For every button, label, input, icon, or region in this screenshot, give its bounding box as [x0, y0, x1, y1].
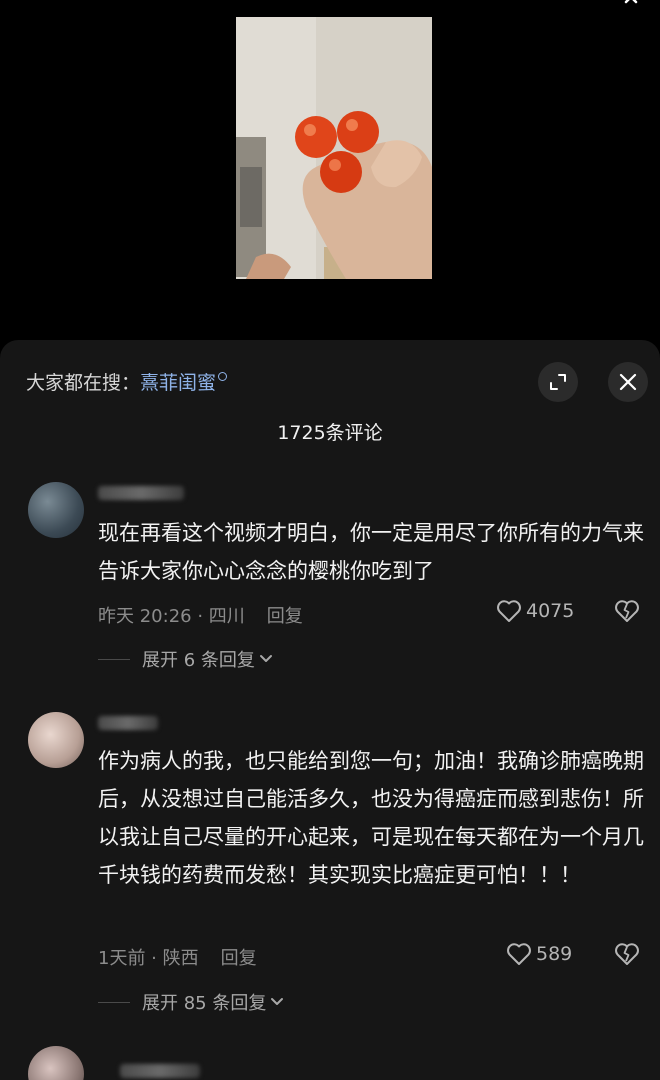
avatar[interactable]	[28, 1046, 84, 1080]
username-blurred[interactable]	[120, 1064, 200, 1078]
like-count: 589	[536, 943, 573, 965]
avatar[interactable]	[28, 712, 84, 768]
video-thumbnail[interactable]	[236, 17, 432, 279]
video-area[interactable]	[0, 0, 660, 340]
expand-button[interactable]	[538, 362, 578, 402]
username-blurred[interactable]	[98, 716, 158, 730]
chevron-down-icon	[271, 998, 284, 1005]
comment-text: 现在再看这个视频才明白，你一定是用尽了你所有的力气来告诉大家你心心念念的樱桃你吃…	[98, 521, 644, 583]
expand-replies-button[interactable]: 展开 85 条回复	[98, 989, 285, 1015]
avatar[interactable]	[28, 482, 84, 538]
close-icon	[619, 373, 637, 391]
chevron-down-icon	[259, 655, 272, 662]
expand-replies-button[interactable]: 展开 6 条回复	[98, 646, 274, 672]
like-count: 4075	[526, 600, 575, 622]
comment-meta: 1天前 · 陕西 回复	[98, 944, 257, 970]
like-button[interactable]: 4075	[496, 599, 574, 623]
search-suggestion[interactable]: 大家都在搜：熹菲闺蜜	[26, 368, 228, 395]
comment-time-location: 1天前 · 陕西	[98, 948, 199, 969]
comment-count: 1725条评论	[277, 422, 383, 444]
video-frame-image	[236, 17, 432, 279]
close-button[interactable]	[608, 362, 648, 402]
top-close-icon[interactable]	[622, 0, 652, 12]
comment-meta: 昨天 20:26 · 四川 回复	[98, 602, 303, 628]
reply-button[interactable]: 回复	[221, 948, 257, 969]
divider	[98, 1001, 130, 1003]
search-suggestion-keyword[interactable]: 熹菲闺蜜	[140, 372, 216, 394]
comment-sheet: 大家都在搜：熹菲闺蜜 1725条评论 现在再看这个视频才明白，你一定是用尽了你所…	[0, 340, 660, 1080]
divider	[98, 658, 130, 660]
expand-replies-label: 展开 85 条回复	[142, 993, 267, 1014]
search-suggestion-prefix: 大家都在搜：	[26, 372, 141, 394]
broken-heart-icon[interactable]	[614, 942, 640, 966]
heart-icon	[507, 943, 531, 965]
search-icon	[218, 372, 228, 381]
expand-icon	[550, 374, 566, 390]
reply-button[interactable]: 回复	[267, 606, 303, 627]
like-button[interactable]: 589	[506, 942, 572, 966]
broken-heart-icon[interactable]	[614, 599, 640, 623]
comment-time-location: 昨天 20:26 · 四川	[98, 606, 245, 627]
comment-text: 作为病人的我，也只能给到您一句；加油！我确诊肺癌晚期后，从没想过自己能活多久，也…	[98, 749, 644, 887]
username-blurred[interactable]	[98, 486, 184, 500]
expand-replies-label: 展开 6 条回复	[142, 650, 255, 671]
heart-icon	[497, 600, 521, 622]
